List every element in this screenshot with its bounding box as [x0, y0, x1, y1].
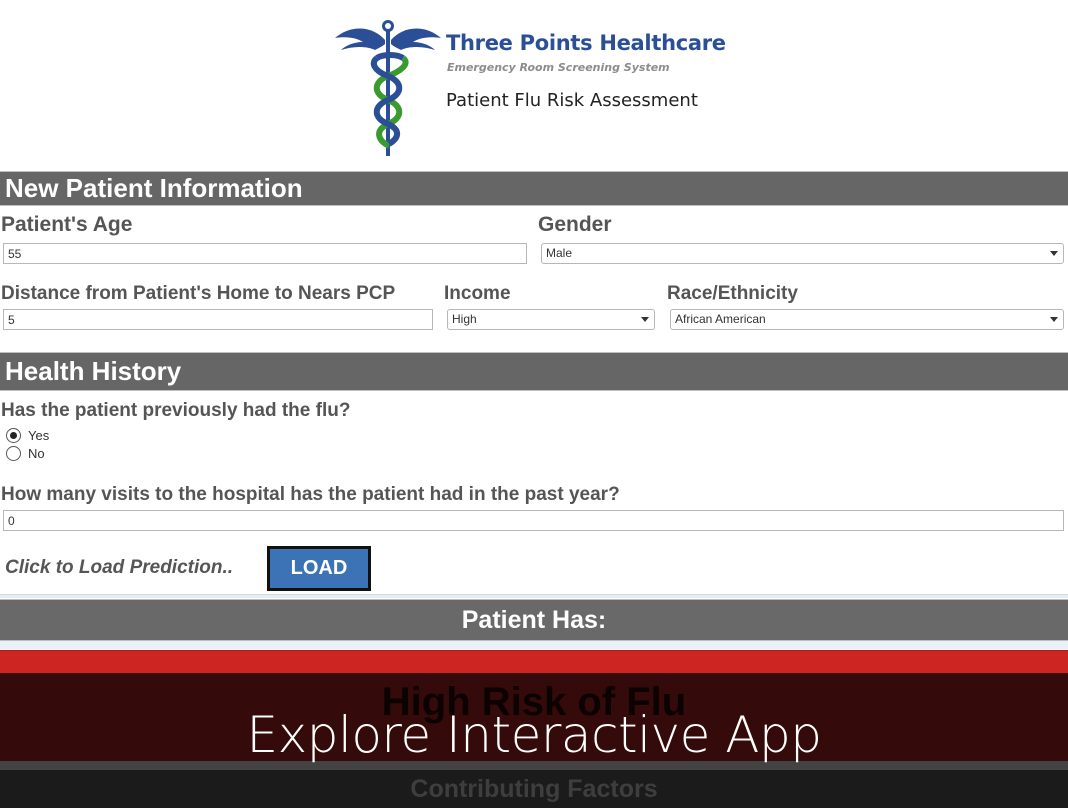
risk-indicator-bar [0, 650, 1068, 673]
radio-label: No [28, 446, 45, 461]
race-select[interactable]: African American [670, 309, 1064, 330]
prior-flu-option-yes[interactable]: Yes [6, 428, 49, 443]
visits-input[interactable] [3, 510, 1064, 531]
result-header: Patient Has: [0, 599, 1068, 641]
chevron-down-icon [641, 317, 649, 322]
distance-input[interactable] [3, 309, 433, 330]
radio-checked-icon[interactable] [6, 428, 21, 443]
income-select-value: High [452, 312, 477, 326]
caduceus-logo-icon [335, 20, 441, 156]
load-button[interactable]: LOAD [267, 546, 371, 591]
age-input[interactable] [3, 243, 527, 264]
prior-flu-question: Has the patient previously had the flu? [1, 400, 351, 421]
gender-select-value: Male [546, 246, 573, 260]
section-header-health-history: Health History [0, 352, 1068, 391]
prior-flu-option-no[interactable]: No [6, 446, 45, 461]
income-label: Income [444, 283, 511, 304]
chevron-down-icon [1050, 317, 1058, 322]
app-title: Patient Flu Risk Assessment [446, 90, 698, 111]
income-select[interactable]: High [447, 309, 655, 330]
contributing-factors-header: Contributing Factors [410, 775, 658, 803]
race-select-value: African American [675, 312, 766, 326]
visits-question: How many visits to the hospital has the … [1, 484, 620, 505]
radio-label: Yes [28, 428, 50, 443]
explore-interactive-app-link[interactable]: Explore Interactive App [0, 706, 1068, 764]
brand-subtitle: Emergency Room Screening System [447, 61, 670, 74]
section-header-new-patient: New Patient Information [0, 171, 1068, 206]
divider [0, 641, 1068, 649]
divider [0, 594, 1068, 598]
gender-label: Gender [538, 213, 612, 236]
radio-unchecked-icon[interactable] [6, 446, 21, 461]
chevron-down-icon [1050, 251, 1058, 256]
race-label: Race/Ethnicity [667, 283, 798, 304]
gender-select[interactable]: Male [541, 243, 1064, 264]
brand-title: Three Points Healthcare [446, 31, 726, 55]
age-label: Patient's Age [1, 213, 133, 236]
load-prompt: Click to Load Prediction.. [5, 557, 234, 578]
distance-label: Distance from Patient's Home to Nears PC… [1, 283, 396, 304]
